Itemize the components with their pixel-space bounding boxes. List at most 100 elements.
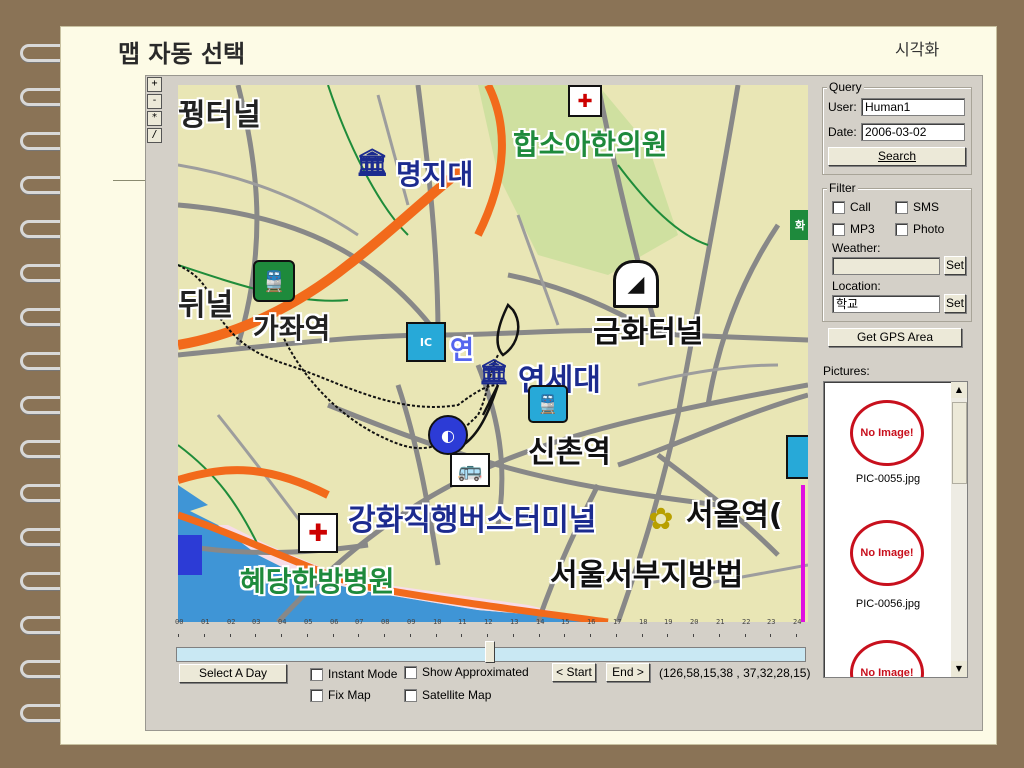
- location-field[interactable]: 학교: [832, 295, 940, 313]
- checkbox-box[interactable]: [832, 200, 845, 214]
- checkbox-label: Show Approximated: [422, 665, 529, 679]
- date-field[interactable]: 2006-03-02: [861, 123, 965, 141]
- checkbox-label: Fix Map: [328, 688, 371, 702]
- hour-tick: [410, 634, 411, 637]
- location-label: Location:: [832, 279, 881, 293]
- hour-tick-label: 04: [278, 618, 287, 626]
- pictures-list[interactable]: No Image! PIC-0055.jpg No Image! PIC-005…: [823, 381, 968, 678]
- slide-title: 맵 자동 선택: [118, 39, 246, 68]
- map-label: 꿩터널: [178, 98, 261, 133]
- zoom-reset-button[interactable]: *: [147, 111, 162, 126]
- hour-tick-label: 17: [613, 618, 622, 626]
- hour-tick: [230, 634, 231, 637]
- date-label: Date:: [828, 125, 857, 139]
- scroll-down-icon[interactable]: ▼: [951, 661, 967, 677]
- zoom-line-button[interactable]: /: [147, 128, 162, 143]
- scroll-up-icon[interactable]: ▲: [951, 382, 967, 398]
- hospital-icon: ✚: [298, 513, 338, 553]
- user-field[interactable]: Human1: [861, 98, 965, 116]
- checkbox-label: Photo: [913, 222, 945, 236]
- start-button[interactable]: < Start: [552, 663, 596, 682]
- subway-icon: 🚆: [253, 260, 295, 302]
- hour-tick: [590, 634, 591, 637]
- hour-tick-label: 22: [742, 618, 751, 626]
- hour-tick-label: 16: [587, 618, 596, 626]
- time-ruler: 00 01 02 03 04 05 06 07 08 09 10 11 12 13 14 15 16 17 18 19…: [175, 618, 805, 637]
- zoom-in-button[interactable]: +: [147, 77, 162, 92]
- hour-tick: [255, 634, 256, 637]
- weather-field[interactable]: [832, 257, 940, 275]
- weather-set-button[interactable]: Set: [944, 256, 966, 275]
- hour-tick-label: 06: [330, 618, 339, 626]
- checkbox-label: SMS: [913, 200, 940, 214]
- hour-tick: [564, 634, 565, 637]
- hour-tick-label: 23: [767, 618, 776, 626]
- hour-tick: [745, 634, 746, 637]
- hour-tick-label: 18: [639, 618, 648, 626]
- pictures-scrollbar[interactable]: ▲ ▼: [951, 382, 967, 677]
- hour-tick: [281, 634, 282, 637]
- checkbox-box[interactable]: [832, 222, 845, 236]
- no-image-thumbnail[interactable]: No Image!: [850, 520, 924, 586]
- mp3-checkbox[interactable]: MP3: [832, 222, 875, 236]
- map-label: 신촌역: [528, 435, 611, 470]
- hour-tick: [642, 634, 643, 637]
- university-icon: 🏛: [355, 148, 389, 178]
- hour-tick: [384, 634, 385, 637]
- checkbox-box[interactable]: [310, 688, 323, 702]
- hour-tick: [693, 634, 694, 637]
- hour-tick: [616, 634, 617, 637]
- checkbox-box[interactable]: [895, 222, 908, 236]
- map-label: 금화터널: [593, 315, 704, 350]
- search-button[interactable]: Search: [828, 147, 966, 166]
- tunnel-icon: ◢: [613, 260, 659, 308]
- bus-stop-icon: ◐: [428, 415, 468, 455]
- slide-subtitle: 시각화: [895, 40, 940, 59]
- checkbox-box[interactable]: [404, 688, 417, 702]
- landmark-icon: ✿: [648, 501, 674, 537]
- map-label: 화: [790, 210, 808, 240]
- weather-label: Weather:: [832, 241, 881, 255]
- satellite-map-checkbox[interactable]: Satellite Map: [404, 688, 491, 702]
- fix-map-checkbox[interactable]: Fix Map: [310, 688, 371, 702]
- no-image-thumbnail[interactable]: No Image!: [850, 640, 924, 677]
- hour-tick-label: 19: [664, 618, 673, 626]
- hour-tick-label: 14: [536, 618, 545, 626]
- hour-tick: [539, 634, 540, 637]
- location-set-button[interactable]: Set: [944, 294, 966, 313]
- instant-mode-checkbox[interactable]: Instant Mode: [310, 667, 397, 681]
- coordinates-readout: (126,58,15,38 , 37,32,28,15): [659, 666, 811, 680]
- show-approximated-checkbox[interactable]: Show Approximated: [404, 665, 529, 679]
- checkbox-box[interactable]: [404, 665, 417, 679]
- hour-tick: [358, 634, 359, 637]
- call-checkbox[interactable]: Call: [832, 200, 871, 214]
- zoom-out-button[interactable]: -: [147, 94, 162, 109]
- select-day-button[interactable]: Select A Day: [179, 664, 287, 683]
- map-label: 연: [450, 336, 474, 366]
- photo-checkbox[interactable]: Photo: [895, 222, 944, 236]
- picture-caption: PIC-0055.jpg: [855, 473, 921, 485]
- time-slider-thumb[interactable]: [485, 641, 495, 663]
- sms-checkbox[interactable]: SMS: [895, 200, 939, 214]
- checkbox-label: Call: [850, 200, 871, 214]
- map-label: 서울서부지방법: [550, 558, 744, 593]
- checkbox-box[interactable]: [310, 667, 323, 681]
- hour-tick-label: 08: [381, 618, 390, 626]
- map-label: 명지대: [396, 158, 474, 191]
- bus-icon: 🚌: [450, 453, 490, 487]
- scroll-thumb[interactable]: [952, 402, 967, 484]
- no-image-thumbnail[interactable]: No Image!: [850, 400, 924, 466]
- hour-tick-label: 05: [304, 618, 313, 626]
- subway-icon: [178, 535, 202, 575]
- hour-tick-label: 02: [227, 618, 236, 626]
- hour-tick-label: 09: [407, 618, 416, 626]
- user-label: User:: [828, 100, 857, 114]
- checkbox-box[interactable]: [895, 200, 908, 214]
- get-gps-area-button[interactable]: Get GPS Area: [828, 328, 962, 347]
- pictures-label: Pictures:: [823, 364, 870, 378]
- hour-tick: [719, 634, 720, 637]
- map-view[interactable]: 꿩터널 합소아한의원 🏛 명지대 ✚ 🚆 뒤널 가좌역 ◢ 금화터널 IC 연 …: [178, 85, 808, 622]
- river: [178, 485, 208, 515]
- end-button[interactable]: End >: [606, 663, 650, 682]
- checkbox-label: MP3: [850, 222, 875, 236]
